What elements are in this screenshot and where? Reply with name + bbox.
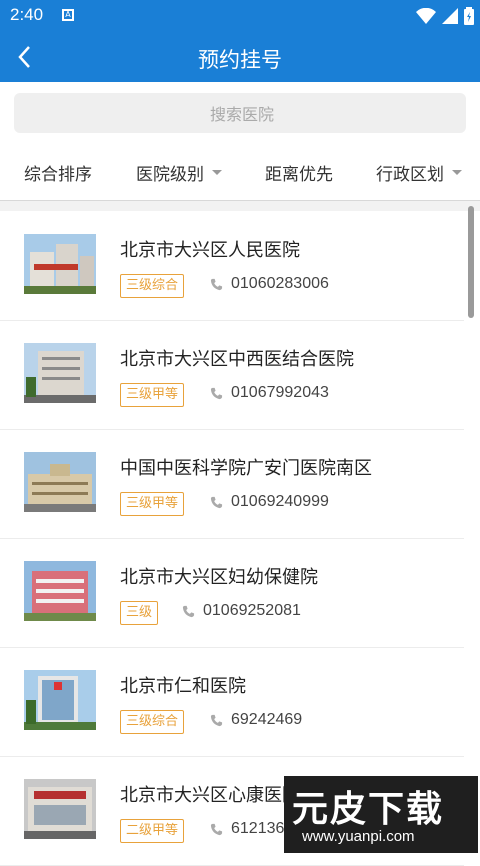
scrollbar-thumb[interactable]: [468, 206, 474, 318]
phone-icon: [210, 714, 223, 726]
hospital-item[interactable]: 北京市大兴区妇幼保健院 三级 01069252081: [0, 539, 464, 648]
hospital-name: 北京市大兴区妇幼保健院: [120, 567, 318, 588]
status-bar: 2:40 A: [0, 0, 480, 32]
phone-number: 69242469: [231, 711, 303, 728]
hospital-item[interactable]: 北京市仁和医院 三级综合 69242469: [0, 648, 464, 757]
hospital-photo: [24, 452, 96, 512]
phone-icon: [182, 605, 195, 617]
phone-number: 01069240999: [231, 493, 329, 510]
filter-label: 医院级别: [136, 165, 204, 185]
filter-label: 行政区划: [376, 165, 444, 185]
search-input[interactable]: [14, 93, 470, 135]
hospital-photo: [24, 670, 96, 730]
watermark-brand: 元皮下载: [292, 789, 445, 830]
filter-distance[interactable]: 距离优先: [265, 160, 333, 185]
section-divider: [0, 200, 480, 211]
hospital-name: 北京市仁和医院: [120, 676, 246, 697]
hospital-photo: [24, 561, 96, 621]
watermark: 元皮下载 www.yuanpi.com: [284, 776, 478, 853]
phone-icon: [210, 387, 223, 399]
hospital-phone[interactable]: 01069240999: [210, 493, 329, 511]
hospital-item[interactable]: 北京市大兴区人民医院 三级综合 01060283006: [0, 212, 464, 321]
phone-icon: [210, 823, 223, 835]
phone-icon: [210, 496, 223, 508]
level-badge: 三级甲等: [120, 492, 185, 516]
hospital-name: 北京市大兴区人民医院: [120, 240, 300, 261]
hospital-item[interactable]: 北京市大兴区中西医结合医院 三级甲等 01067992043: [0, 321, 464, 430]
app-bar: 预约挂号: [0, 32, 480, 82]
watermark-url: www.yuanpi.com: [302, 828, 415, 845]
filter-bar: 综合排序 医院级别 距离优先 行政区划: [0, 146, 480, 198]
status-time: 2:40: [10, 5, 44, 24]
hospital-phone[interactable]: 01069252081: [182, 602, 301, 620]
dropdown-caret-icon: [452, 170, 462, 175]
phone-number: 01067992043: [231, 384, 329, 401]
hospital-photo: [24, 234, 96, 294]
hospital-list: 北京市大兴区人民医院 三级综合 01060283006 北京市大兴区中西医结合医…: [0, 212, 464, 866]
hospital-phone[interactable]: 01067992043: [210, 384, 329, 402]
hospital-phone[interactable]: 01060283006: [210, 275, 329, 293]
filter-hospital-level[interactable]: 医院级别: [136, 160, 222, 185]
hospital-name: 北京市大兴区中西医结合医院: [120, 349, 354, 370]
level-badge: 二级甲等: [120, 819, 185, 843]
filter-label: 综合排序: [24, 165, 92, 185]
filter-sort-overall[interactable]: 综合排序: [24, 160, 92, 185]
battery-icon: [464, 7, 474, 25]
level-badge: 三级综合: [120, 274, 185, 298]
level-badge: 三级: [120, 601, 159, 625]
hospital-photo: [24, 779, 96, 839]
phone-number: 01060283006: [231, 275, 329, 292]
hospital-photo: [24, 343, 96, 403]
system-icons: [416, 7, 474, 25]
level-badge: 三级甲等: [120, 383, 185, 407]
wifi-icon: [416, 8, 436, 24]
hospital-phone[interactable]: 69242469: [210, 711, 302, 729]
signal-icon: [442, 8, 458, 24]
hospital-name: 北京市大兴区心康医院: [120, 785, 300, 806]
filter-district[interactable]: 行政区划: [376, 160, 462, 185]
level-badge: 三级综合: [120, 710, 185, 734]
phone-number: 01069252081: [203, 602, 301, 619]
search-box[interactable]: [14, 93, 470, 135]
hospital-item[interactable]: 中国中医科学院广安门医院南区 三级甲等 01069240999: [0, 430, 464, 539]
dropdown-caret-icon: [212, 170, 222, 175]
hospital-phone[interactable]: 6121367: [210, 820, 293, 838]
page-title: 预约挂号: [198, 48, 282, 72]
hospital-name: 中国中医科学院广安门医院南区: [120, 458, 372, 479]
phone-icon: [210, 278, 223, 290]
notification-icon: A: [62, 9, 74, 21]
filter-label: 距离优先: [265, 165, 333, 185]
